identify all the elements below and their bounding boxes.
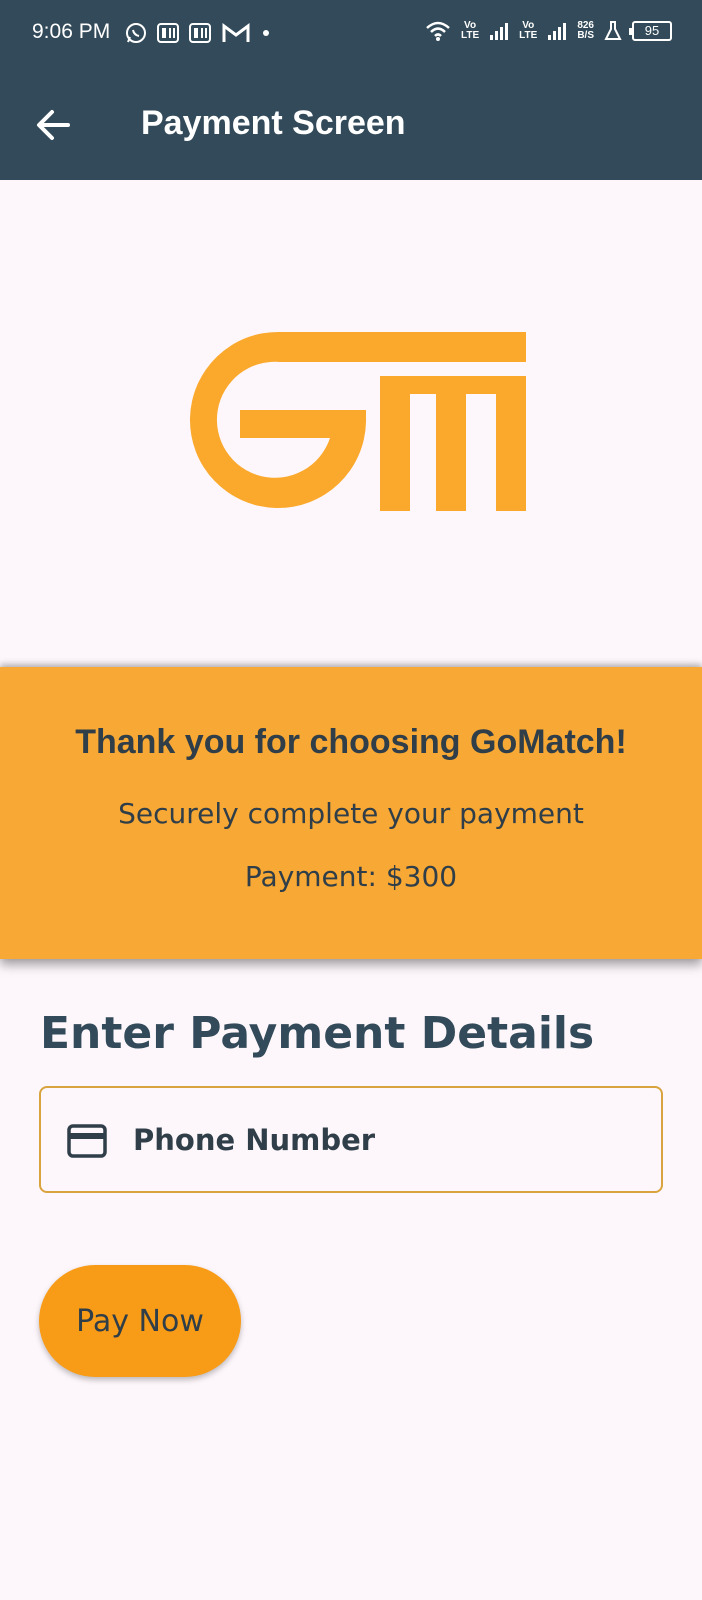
gmail-icon — [222, 23, 250, 42]
volte-label: Vo LTE — [461, 20, 480, 41]
app-bar: Payment Screen — [0, 70, 702, 180]
page-title: Payment Screen — [141, 104, 406, 142]
back-button[interactable] — [30, 100, 80, 150]
arrow-left-icon — [37, 110, 70, 140]
phone-number-field[interactable] — [39, 1086, 663, 1193]
lab-icon — [604, 21, 622, 40]
credit-card-icon — [67, 1124, 107, 1158]
phone-number-input[interactable] — [133, 1088, 653, 1191]
dot-icon — [263, 30, 269, 36]
whatsapp-icon — [126, 23, 146, 43]
network-speed: 826 B/S — [577, 20, 594, 41]
status-time: 9:06 PM — [32, 20, 111, 43]
paytm-icon — [157, 23, 179, 43]
status-bar: 9:06 PM Vo LTE Vo LTE 826 B/S 95 — [0, 0, 702, 70]
paytm-icon — [189, 23, 211, 43]
payment-amount: Payment: $300 — [244, 860, 458, 893]
details-heading: Enter Payment Details — [40, 1008, 595, 1059]
pay-now-button[interactable]: Pay Now — [39, 1265, 241, 1377]
banner-subtitle: Securely complete your payment — [118, 797, 584, 830]
notification-icons — [125, 22, 271, 44]
signal-icon — [548, 23, 567, 40]
system-icons: Vo LTE Vo LTE 826 B/S 95 — [425, 20, 672, 42]
wifi-icon — [426, 21, 450, 41]
gomatch-logo — [189, 331, 526, 511]
payment-screen: 9:06 PM Vo LTE Vo LTE 826 B/S 95 Payment… — [0, 0, 702, 1600]
banner-title: Thank you for choosing GoMatch! — [75, 723, 627, 761]
signal-icon — [490, 23, 509, 40]
thank-you-banner: Thank you for choosing GoMatch! Securely… — [0, 667, 702, 959]
battery-icon: 95 — [629, 21, 672, 41]
volte-label: Vo LTE — [519, 20, 538, 41]
